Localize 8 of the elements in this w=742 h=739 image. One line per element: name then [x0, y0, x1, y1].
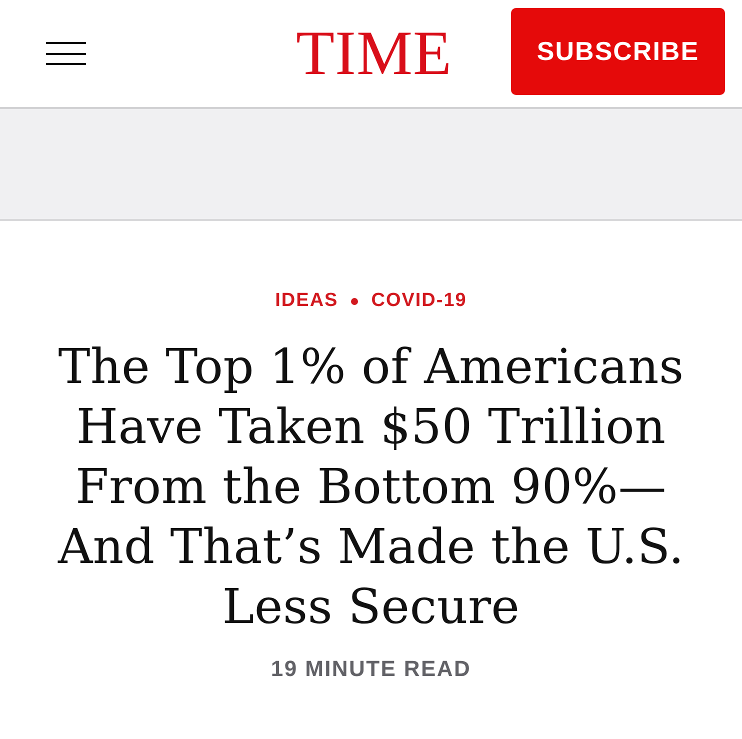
subscribe-button[interactable]: SUBSCRIBE	[511, 8, 725, 95]
article-headline: The Top 1% of Americans Have Taken $50 Trillion From the Bottom 90%—And That’s Made the U.S. Less Secure	[56, 338, 686, 637]
menu-icon[interactable]	[46, 42, 86, 65]
section-tag-link[interactable]: IDEAS	[275, 290, 338, 312]
separator-dot-icon	[351, 298, 358, 304]
section-tag-link[interactable]: COVID-19	[371, 290, 467, 312]
read-time: 19 MINUTE READ	[270, 656, 472, 682]
site-logo[interactable]: TIME	[296, 14, 452, 85]
